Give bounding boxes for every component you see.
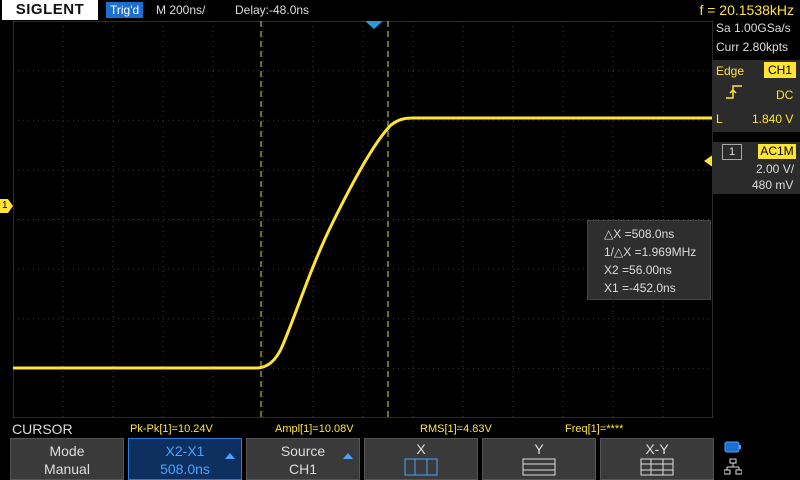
- xy-cursor-label: X-Y: [645, 441, 669, 457]
- channel-coupling-badge: AC1M: [758, 144, 796, 159]
- y-cursor-icon: [522, 458, 556, 476]
- trigger-level: 1.840 V: [752, 112, 794, 126]
- menu-title: CURSOR: [12, 421, 73, 437]
- frequency-readout: f = 20.1538kHz: [699, 2, 794, 18]
- timebase-readout: M 200ns/: [156, 3, 206, 17]
- xy-cursor-icon: [640, 458, 674, 476]
- x2-readout: X2 =56.00ns: [604, 263, 672, 277]
- delta-x-readout: △X =508.0ns: [604, 227, 675, 241]
- channel-scale: 2.00 V/: [756, 162, 795, 176]
- memory-depth: Curr 2.80kpts: [716, 40, 789, 54]
- mode-label: Mode: [49, 443, 85, 459]
- knob-adjust-icon: [225, 453, 235, 459]
- channel-number: 1: [722, 144, 742, 160]
- mode-value: Manual: [44, 461, 90, 477]
- source-value: CH1: [288, 461, 317, 477]
- y-cursor-softkey[interactable]: Y: [482, 438, 596, 480]
- brand-logo: SIGLENT: [2, 0, 98, 20]
- trigger-type: Edge: [716, 64, 745, 78]
- sample-rate: Sa 1.00GSa/s: [716, 21, 791, 35]
- measurement-freq: Freq[1]=****: [565, 423, 624, 435]
- knob-adjust-icon: [343, 453, 353, 459]
- trigger-status-badge: Trig'd: [106, 2, 144, 18]
- battery-icon: [724, 441, 741, 453]
- network-icon: [724, 458, 742, 475]
- inverse-delta-x-readout: 1/△X =1.969MHz: [604, 245, 697, 259]
- y-cursor-label: Y: [534, 441, 544, 457]
- x1-readout: X1 =-452.0ns: [604, 281, 676, 295]
- measurement-pkpk: Pk-Pk[1]=10.24V: [130, 423, 213, 435]
- x-cursor-label: X: [416, 441, 426, 457]
- trigger-coupling: DC: [776, 88, 794, 102]
- channel-offset: 480 mV: [752, 178, 794, 192]
- x-cursor-icon: [404, 458, 438, 476]
- rising-edge-icon: [726, 85, 742, 99]
- trigger-level-label: L: [716, 112, 723, 126]
- delay-readout: Delay:-48.0ns: [235, 3, 310, 17]
- cursor-select-softkey[interactable]: X2-X1 508.0ns: [128, 438, 242, 480]
- mode-softkey[interactable]: Mode Manual: [10, 438, 124, 480]
- ch1-marker-label: 1: [2, 200, 8, 211]
- source-softkey[interactable]: Source CH1: [246, 438, 360, 480]
- xy-cursor-softkey[interactable]: X-Y: [600, 438, 714, 480]
- x-cursor-softkey[interactable]: X: [364, 438, 478, 480]
- trigger-source-badge: CH1: [764, 62, 796, 78]
- measurement-ampl: Ampl[1]=10.08V: [275, 423, 354, 435]
- cursor-readout-box: △X =508.0ns 1/△X =1.969MHz X2 =56.00ns X…: [587, 220, 711, 300]
- measurement-rms: RMS[1]=4.83V: [420, 423, 492, 435]
- cursor-select-value: 508.0ns: [160, 461, 210, 477]
